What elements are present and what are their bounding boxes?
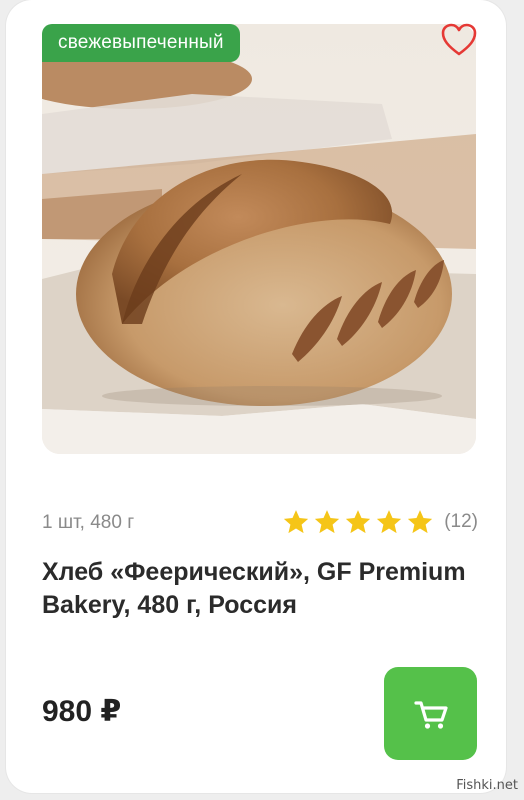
rating-stars	[282, 508, 434, 536]
star-icon	[377, 510, 402, 534]
add-to-cart-button[interactable]	[384, 667, 477, 760]
quantity-weight: 1 шт, 480 г	[42, 512, 135, 533]
watermark: Fishki.net	[456, 778, 518, 793]
star-icon	[284, 510, 309, 534]
reviews-count[interactable]: (12)	[444, 511, 478, 533]
product-image[interactable]	[42, 24, 476, 454]
star-icon	[315, 510, 340, 534]
star-icon	[346, 510, 371, 534]
product-meta-row: 1 шт, 480 г (12)	[42, 506, 478, 540]
product-card[interactable]: свежевыпеченный 1 шт, 480 г (12) Хлеб «Ф…	[6, 0, 506, 793]
shopping-cart-icon	[413, 700, 448, 729]
product-price: 980 ₽	[42, 695, 122, 728]
freshly-baked-badge: свежевыпеченный	[42, 24, 240, 62]
favorite-button[interactable]	[440, 22, 478, 58]
bread-photo	[42, 24, 476, 454]
product-title[interactable]: Хлеб «Феерический», GF Premium Bakery, 4…	[42, 556, 478, 622]
heart-outline-icon	[441, 23, 477, 56]
star-icon	[408, 510, 433, 534]
rating[interactable]: (12)	[282, 506, 478, 538]
